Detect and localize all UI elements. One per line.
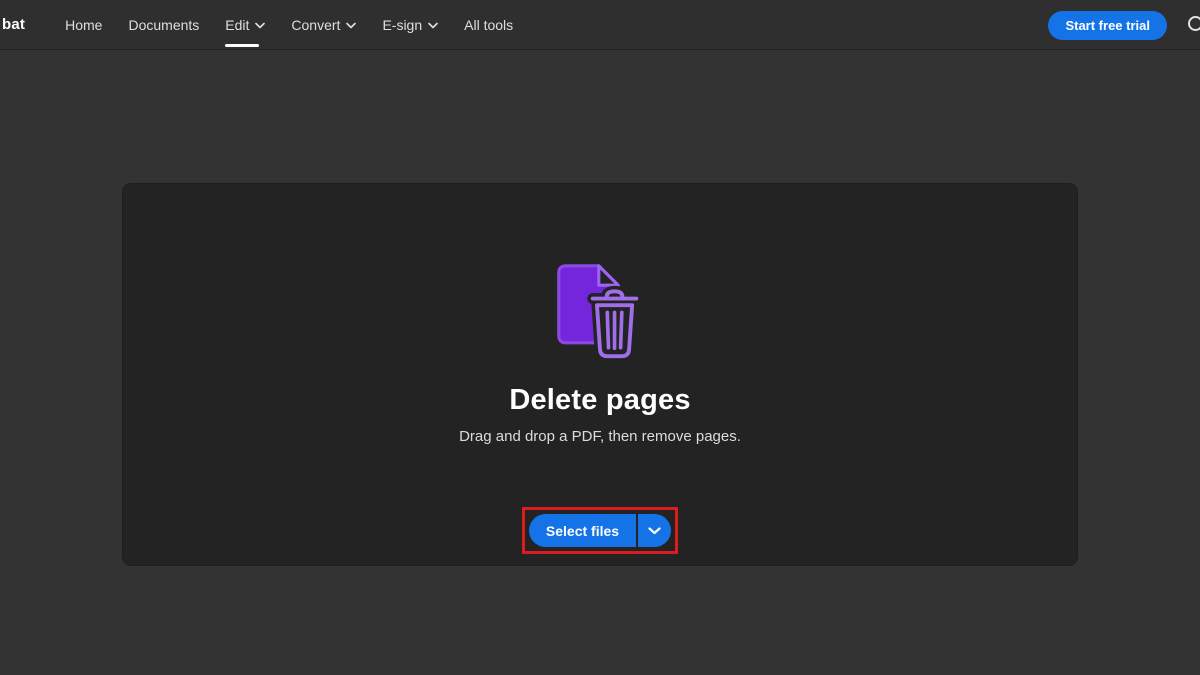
nav-item-label: Documents [128, 17, 199, 33]
chevron-down-icon [255, 22, 265, 29]
highlight-annotation: Select files [522, 507, 678, 554]
chevron-down-icon [428, 22, 438, 29]
chevron-down-icon [648, 527, 661, 535]
nav-menu: Home Documents Edit Convert E-sign All t… [65, 0, 513, 49]
nav-item-label: All tools [464, 17, 513, 33]
nav-item-edit[interactable]: Edit [225, 0, 265, 49]
chevron-down-icon [346, 22, 356, 29]
nav-item-label: E-sign [382, 17, 422, 33]
acrobat-logo-text: bat [2, 16, 25, 33]
nav-item-all-tools[interactable]: All tools [464, 0, 513, 49]
start-free-trial-button[interactable]: Start free trial [1048, 11, 1167, 40]
select-files-split-button: Select files [529, 514, 671, 547]
drop-zone-card: Delete pages Drag and drop a PDF, then r… [122, 183, 1078, 566]
nav-item-label: Home [65, 17, 102, 33]
select-files-button[interactable]: Select files [529, 514, 636, 547]
nav-item-esign[interactable]: E-sign [382, 0, 438, 49]
nav-item-home[interactable]: Home [65, 0, 102, 49]
top-navigation: bat Home Documents Edit Convert E-sign [0, 0, 1200, 50]
page-subtitle: Drag and drop a PDF, then remove pages. [459, 428, 741, 445]
search-icon[interactable] [1186, 14, 1200, 36]
document-trash-icon [556, 264, 644, 366]
nav-item-documents[interactable]: Documents [128, 0, 199, 49]
page-title: Delete pages [509, 384, 690, 417]
nav-item-label: Edit [225, 17, 249, 33]
nav-item-label: Convert [291, 17, 340, 33]
nav-item-convert[interactable]: Convert [291, 0, 356, 49]
main-content: Delete pages Drag and drop a PDF, then r… [0, 50, 1200, 674]
select-files-dropdown-button[interactable] [638, 514, 671, 547]
